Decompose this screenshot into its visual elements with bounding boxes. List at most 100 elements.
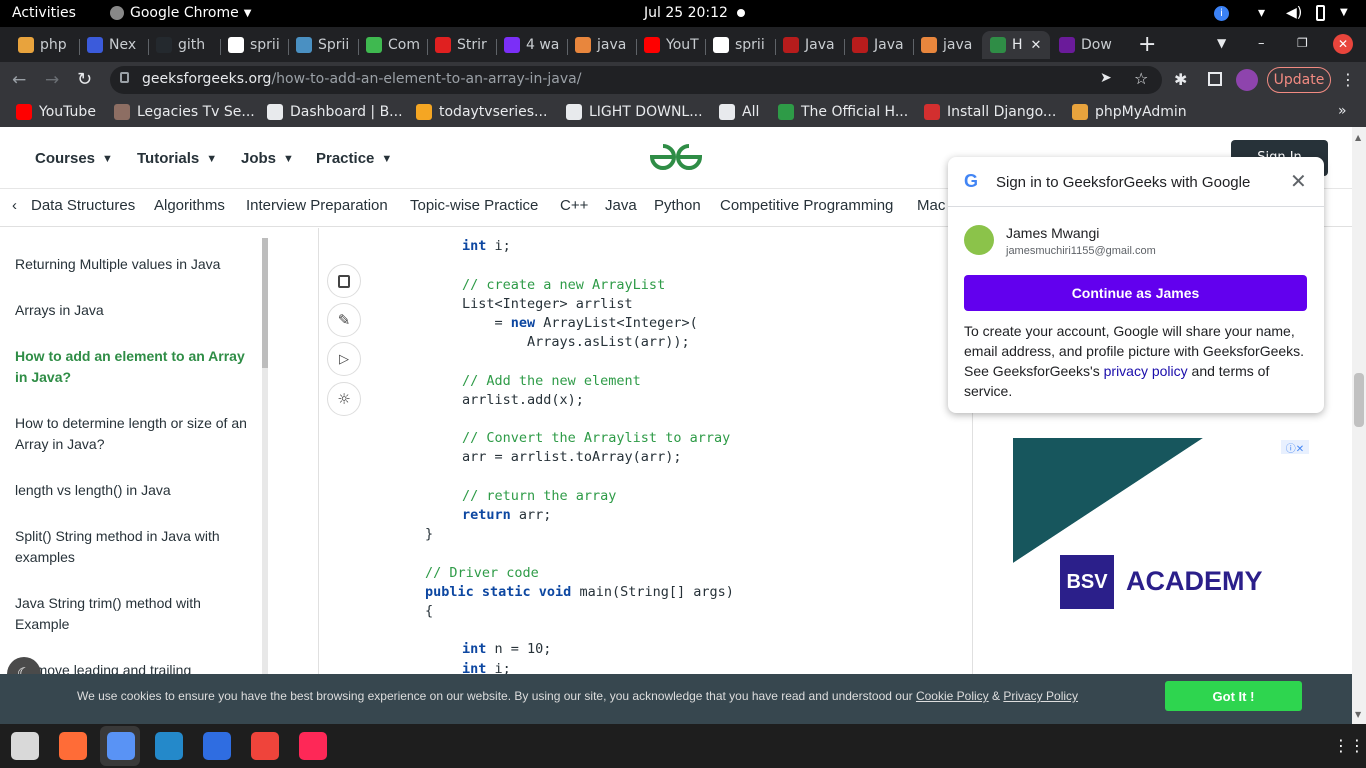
tab[interactable]: Dow xyxy=(1055,31,1119,59)
show-apps-icon[interactable]: ⋮⋮⋮ xyxy=(1333,736,1366,755)
page-scrollbar[interactable]: ▲ ▼ xyxy=(1352,127,1366,724)
tab[interactable]: Java xyxy=(848,31,912,59)
continue-button[interactable]: Continue as James xyxy=(964,275,1307,311)
lock-icon[interactable] xyxy=(120,72,129,83)
subnav-item[interactable]: Java xyxy=(605,197,637,214)
page-scroll-thumb[interactable] xyxy=(1354,373,1364,427)
wifi-icon[interactable]: ▾ xyxy=(1258,5,1265,21)
bookmark-item[interactable]: Dashboard | B... xyxy=(267,104,403,120)
subnav-item[interactable]: Topic-wise Practice xyxy=(410,197,538,214)
bookmark-favicon-icon xyxy=(267,104,283,120)
battery-icon[interactable] xyxy=(1316,5,1325,21)
forward-button[interactable]: → xyxy=(45,70,59,90)
subnav-left-chevron-icon[interactable]: ‹ xyxy=(12,197,17,214)
dock-files-icon[interactable] xyxy=(11,732,39,760)
bookmark-item[interactable]: All xyxy=(719,104,759,120)
tab-search-icon[interactable]: ▼ xyxy=(1217,36,1226,50)
tab[interactable]: sprii xyxy=(709,31,773,59)
sidebar-item[interactable]: Returning Multiple values in Java xyxy=(15,254,251,275)
bookmark-item[interactable]: phpMyAdmin xyxy=(1072,104,1187,120)
bookmark-item[interactable]: YouTube xyxy=(16,104,96,120)
update-button[interactable]: Update xyxy=(1267,67,1331,93)
nav-courses[interactable]: Courses ▼ xyxy=(35,150,113,167)
url-text[interactable]: geeksforgeeks.org/how-to-add-an-element-… xyxy=(142,71,581,87)
sidebar-item[interactable]: Java String trim() method with Example xyxy=(15,593,251,635)
sidebar-item[interactable]: Arrays in Java xyxy=(15,300,251,321)
clock[interactable]: Jul 25 20:12 xyxy=(644,5,728,21)
ad-choices-icon[interactable]: ⓘ✕ xyxy=(1281,440,1309,455)
cookie-policy-link[interactable]: Cookie Policy xyxy=(916,689,989,703)
scroll-up-icon[interactable]: ▲ xyxy=(1355,133,1361,142)
bookmark-item[interactable]: Legacies Tv Se... xyxy=(114,104,255,120)
power-menu-icon[interactable]: ▼ xyxy=(1340,7,1348,18)
copy-code-button[interactable] xyxy=(327,264,361,298)
tab[interactable]: Nex xyxy=(83,31,147,59)
back-button[interactable]: ← xyxy=(12,70,26,90)
nav-practice[interactable]: Practice ▼ xyxy=(316,150,392,167)
reload-button[interactable]: ↻ xyxy=(77,69,92,90)
menu-icon[interactable]: ⋮ xyxy=(1340,70,1356,89)
bookmark-item[interactable]: todaytvseries... xyxy=(416,104,547,120)
side-panel-icon[interactable] xyxy=(1208,72,1222,86)
tab[interactable]: Java xyxy=(779,31,843,59)
info-icon[interactable]: i xyxy=(1214,6,1229,21)
maximize-button[interactable]: ❐ xyxy=(1297,36,1308,50)
dock-intellij-icon[interactable] xyxy=(299,732,327,760)
new-tab-button[interactable]: + xyxy=(1138,32,1156,57)
bookmark-star-icon[interactable]: ☆ xyxy=(1134,69,1148,88)
subnav-item[interactable]: Interview Preparation xyxy=(246,197,388,214)
volume-icon[interactable]: ◀) xyxy=(1286,5,1302,21)
subnav-item[interactable]: Python xyxy=(654,197,701,214)
sidebar-item[interactable]: length vs length() in Java xyxy=(15,480,251,501)
bookmark-item[interactable]: LIGHT DOWNL... xyxy=(566,104,703,120)
profile-avatar[interactable] xyxy=(1236,69,1258,91)
extensions-icon[interactable]: ✱ xyxy=(1174,70,1187,89)
sidebar-item[interactable]: How to determine length or size of an Ar… xyxy=(15,413,251,455)
tab[interactable]: java xyxy=(571,31,635,59)
app-menu[interactable]: Google Chrome ▼ xyxy=(110,5,251,21)
tab[interactable]: 4 wa xyxy=(500,31,564,59)
theme-code-button[interactable]: ☼ xyxy=(327,382,361,416)
scroll-down-icon[interactable]: ▼ xyxy=(1355,710,1361,719)
dock-postman-icon[interactable] xyxy=(59,732,87,760)
close-icon[interactable]: ✕ xyxy=(1290,169,1307,194)
tab[interactable]: YouT xyxy=(640,31,704,59)
tab[interactable]: Strir xyxy=(431,31,495,59)
activities-button[interactable]: Activities xyxy=(12,5,76,21)
tab[interactable]: java xyxy=(917,31,981,59)
dock-anydesk-icon[interactable] xyxy=(251,732,279,760)
tab[interactable]: Sprii xyxy=(292,31,356,59)
subnav-item[interactable]: Data Structures xyxy=(31,197,135,214)
subnav-item[interactable]: Mac xyxy=(917,197,945,214)
dock-vscode-icon[interactable] xyxy=(155,732,183,760)
sidebar-item[interactable]: How to add an element to an Array in Jav… xyxy=(15,346,251,388)
send-tab-icon[interactable]: ➤ xyxy=(1100,70,1112,86)
nav-tutorials[interactable]: Tutorials ▼ xyxy=(137,150,217,167)
accept-cookies-button[interactable]: Got It ! xyxy=(1165,681,1302,711)
tab[interactable]: php xyxy=(14,31,78,59)
tab[interactable]: H ✕ xyxy=(982,31,1050,59)
tab[interactable]: sprii xyxy=(224,31,288,59)
advertisement[interactable]: ⓘ✕ BSV ACADEMY xyxy=(1013,438,1313,674)
subnav-item[interactable]: C++ xyxy=(560,197,588,214)
bookmark-item[interactable]: Install Django... xyxy=(924,104,1056,120)
close-window-button[interactable]: ✕ xyxy=(1333,34,1353,54)
sidebar-item[interactable]: Split() String method in Java with examp… xyxy=(15,526,251,568)
sidebar-scroll-thumb[interactable] xyxy=(262,238,268,368)
privacy-policy-link[interactable]: privacy policy xyxy=(1104,363,1188,379)
tab[interactable]: gith xyxy=(152,31,216,59)
edit-code-button[interactable]: ✎ xyxy=(327,303,361,337)
address-bar[interactable]: geeksforgeeks.org/how-to-add-an-element-… xyxy=(110,66,1162,94)
gfg-logo[interactable] xyxy=(648,142,704,172)
minimize-button[interactable]: – xyxy=(1258,36,1265,51)
more-bookmarks-icon[interactable]: » xyxy=(1338,103,1347,119)
subnav-item[interactable]: Algorithms xyxy=(154,197,225,214)
nav-jobs[interactable]: Jobs ▼ xyxy=(241,150,294,167)
subnav-item[interactable]: Competitive Programming xyxy=(720,197,893,214)
close-tab-icon[interactable]: ✕ xyxy=(1031,38,1042,53)
bookmark-item[interactable]: The Official H... xyxy=(778,104,908,120)
run-code-button[interactable]: ▷ xyxy=(327,342,361,376)
privacy-policy-link[interactable]: Privacy Policy xyxy=(1003,689,1078,703)
tab[interactable]: Com xyxy=(362,31,426,59)
dock-wps-icon[interactable] xyxy=(203,732,231,760)
